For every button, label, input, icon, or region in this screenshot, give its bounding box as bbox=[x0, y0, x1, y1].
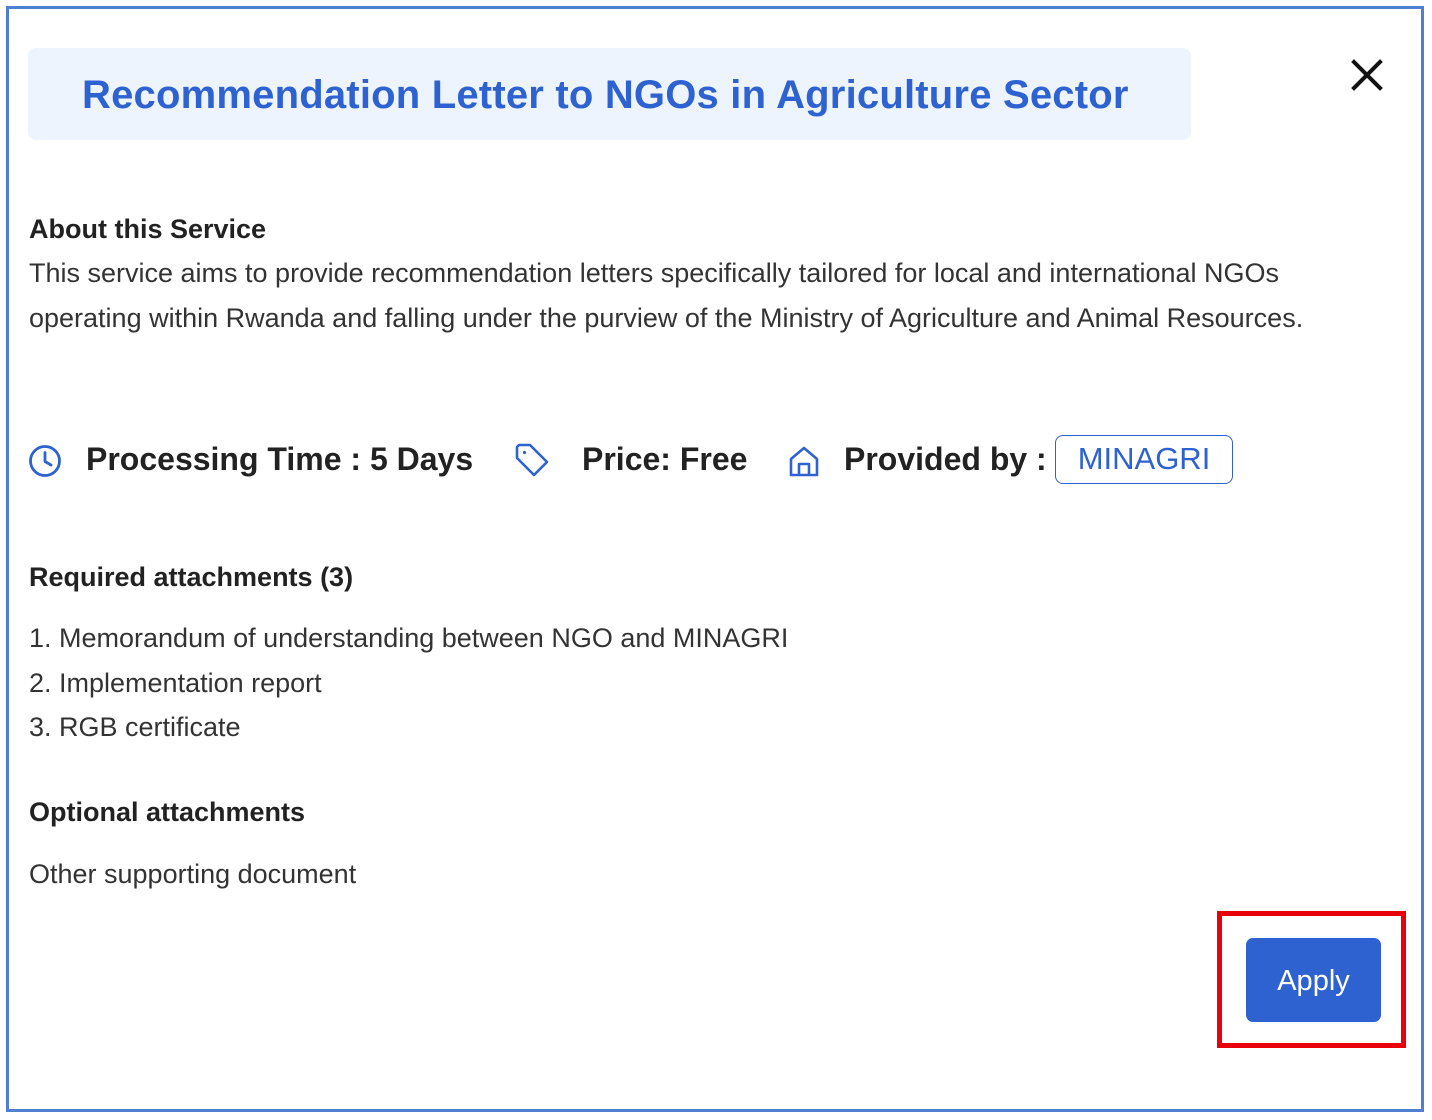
apply-button[interactable]: Apply bbox=[1246, 938, 1381, 1022]
optional-attachments-heading: Optional attachments bbox=[29, 797, 306, 827]
about-heading: About this Service bbox=[29, 214, 267, 244]
home-icon bbox=[789, 446, 819, 477]
clock-icon bbox=[29, 445, 61, 477]
price: Price: Free bbox=[582, 441, 748, 477]
about-description: This service aims to provide recommendat… bbox=[29, 258, 1304, 333]
close-icon bbox=[1351, 59, 1383, 91]
close-button[interactable] bbox=[1342, 52, 1394, 104]
required-attachments-list: 1. Memorandum of understanding between N… bbox=[29, 616, 788, 750]
price-tag-icon bbox=[515, 443, 549, 477]
processing-time: Processing Time : 5 Days bbox=[86, 441, 474, 477]
list-item: 1. Memorandum of understanding between N… bbox=[29, 623, 789, 653]
required-attachments-heading: Required attachments (3) bbox=[29, 562, 354, 592]
list-item: 3. RGB certificate bbox=[29, 712, 241, 742]
provider-badge[interactable]: MINAGRI bbox=[1055, 435, 1233, 484]
list-item: Other supporting document bbox=[29, 859, 357, 889]
dialog-title: Recommendation Letter to NGOs in Agricul… bbox=[82, 73, 1129, 117]
list-item: 2. Implementation report bbox=[29, 667, 322, 698]
provided-by-label: Provided by : bbox=[844, 441, 1047, 477]
dialog-frame bbox=[6, 6, 1424, 1112]
